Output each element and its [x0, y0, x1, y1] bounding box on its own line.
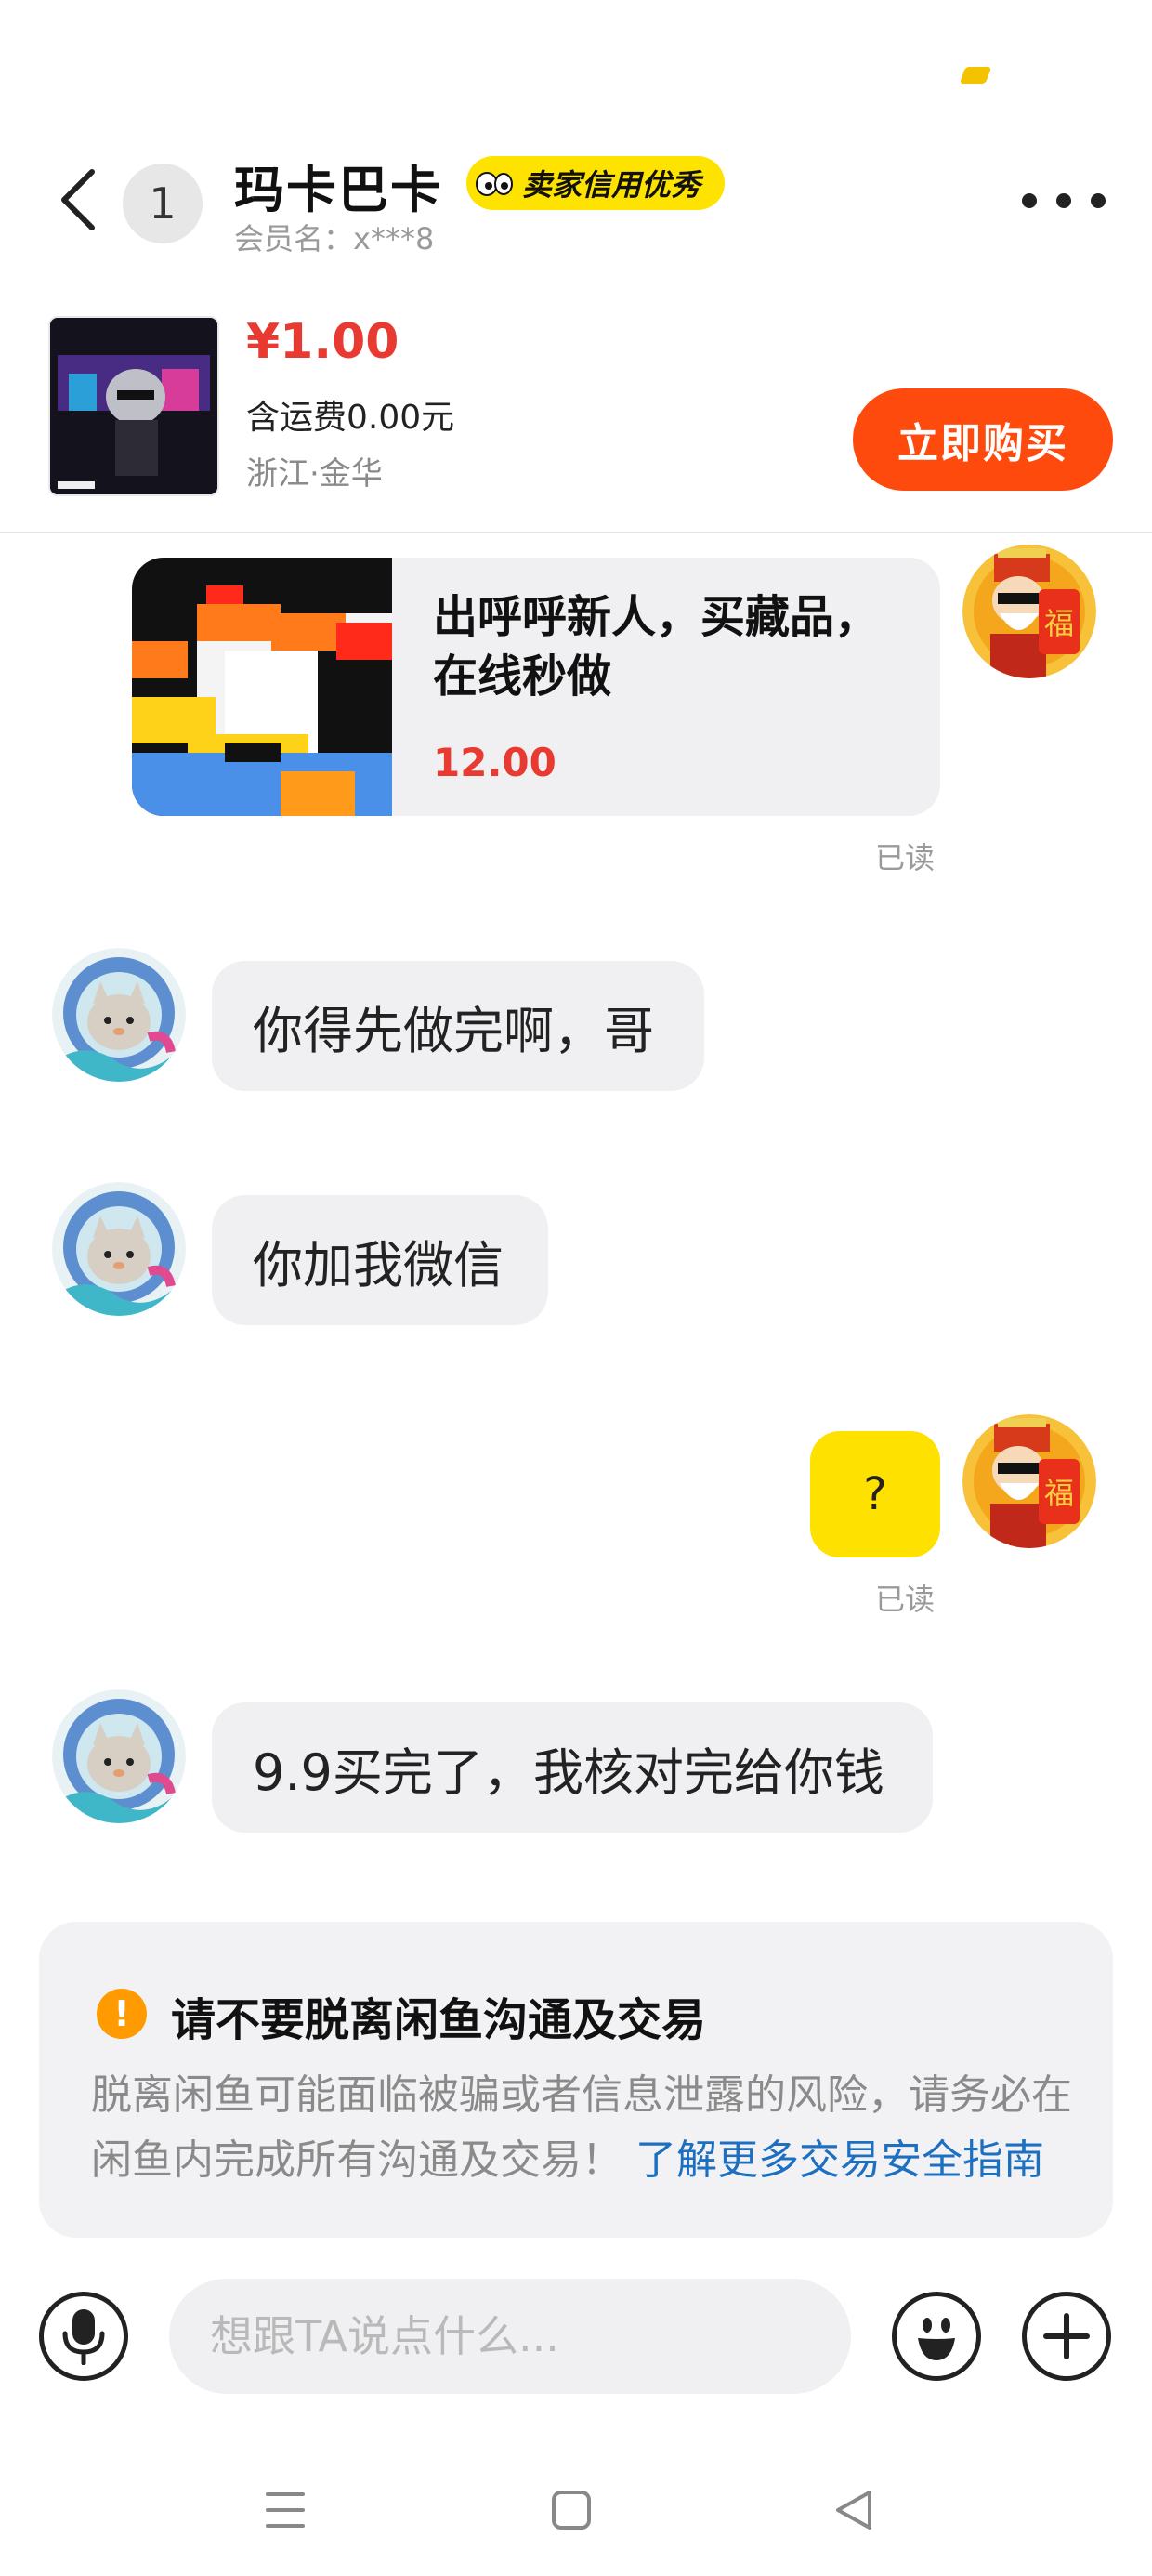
- more-dot-icon: [1022, 193, 1037, 208]
- member-id: 会员名：x***8: [234, 221, 435, 256]
- more-dot-icon: [1056, 193, 1071, 208]
- xianyu-eyes-icon: [476, 172, 513, 196]
- status-indicator: [959, 67, 992, 84]
- back-triangle-icon[interactable]: [832, 2489, 875, 2531]
- shipping-fee: 含运费0.00元: [246, 399, 455, 437]
- more-options-button[interactable]: [1022, 182, 1106, 219]
- warning-body: 脱离闲鱼可能面临被骗或者信息泄露的风险，请务必在闲鱼内完成所有沟通及交易！ 了解…: [91, 2063, 1076, 2193]
- cat-astronaut-avatar: [52, 1689, 186, 1823]
- seller-credit-badge[interactable]: 卖家信用优秀: [466, 156, 726, 210]
- cat-astronaut-avatar: [52, 948, 186, 1082]
- back-button[interactable]: [45, 158, 110, 242]
- voice-button[interactable]: [39, 2292, 128, 2381]
- more-dot-icon: [1091, 193, 1106, 208]
- more-actions-button[interactable]: [1022, 2292, 1111, 2381]
- chat-bubble[interactable]: 9.9买完了，我核对完给你钱: [212, 1702, 933, 1833]
- warning-title: 请不要脱离闲鱼沟通及交易: [171, 1994, 707, 2046]
- microphone-icon: [62, 2309, 105, 2365]
- product-card-message[interactable]: 出呼呼新人，买藏品，在线秒做 12.00: [132, 558, 940, 816]
- buy-now-button[interactable]: 立即购买: [853, 388, 1113, 491]
- unread-count-badge[interactable]: 1: [123, 164, 203, 243]
- card-title: 出呼呼新人，买藏品，在线秒做: [433, 591, 880, 703]
- svg-text:福: 福: [1044, 606, 1074, 641]
- cat-astronaut-avatar: [52, 1182, 186, 1316]
- svg-text:福: 福: [1044, 1476, 1074, 1511]
- product-location: 浙江·金华: [246, 455, 383, 493]
- product-price: ¥1.00: [246, 314, 399, 370]
- chevron-left-icon: [61, 169, 95, 230]
- self-avatar[interactable]: 福: [962, 545, 1096, 678]
- pixel-art-image: [132, 558, 392, 816]
- header-divider: [0, 532, 1152, 533]
- home-icon[interactable]: [550, 2489, 593, 2531]
- god-of-wealth-avatar: 福: [962, 545, 1096, 678]
- credit-badge-label: 卖家信用优秀: [522, 167, 701, 203]
- chat-bubble[interactable]: 你得先做完啊，哥: [212, 961, 704, 1091]
- self-avatar[interactable]: 福: [962, 1414, 1096, 1548]
- other-avatar[interactable]: [52, 948, 186, 1082]
- seller-name[interactable]: 玛卡巴卡: [234, 149, 442, 222]
- plus-icon: [1043, 2313, 1090, 2359]
- system-nav-bar: [0, 2453, 1152, 2576]
- safety-warning-card: ! 请不要脱离闲鱼沟通及交易 脱离闲鱼可能面临被骗或者信息泄露的风险，请务必在闲…: [39, 1922, 1113, 2238]
- god-of-wealth-avatar: 福: [962, 1414, 1096, 1548]
- other-avatar[interactable]: [52, 1689, 186, 1823]
- smiley-face-icon: [918, 2318, 955, 2360]
- emoji-button[interactable]: [892, 2292, 981, 2381]
- chat-bubble-self[interactable]: ?: [810, 1431, 940, 1557]
- warning-icon: !: [97, 1989, 147, 2039]
- product-image: [50, 318, 217, 494]
- safety-guide-link[interactable]: 了解更多交易安全指南: [635, 2136, 1044, 2184]
- message-input[interactable]: [169, 2279, 851, 2394]
- chat-bubble[interactable]: 你加我微信: [212, 1195, 548, 1325]
- read-receipt: 已读: [875, 1582, 936, 1617]
- product-thumbnail[interactable]: [48, 316, 219, 496]
- other-avatar[interactable]: [52, 1182, 186, 1316]
- read-receipt: 已读: [875, 840, 936, 875]
- menu-icon[interactable]: [264, 2489, 307, 2531]
- card-price: 12.00: [433, 740, 556, 785]
